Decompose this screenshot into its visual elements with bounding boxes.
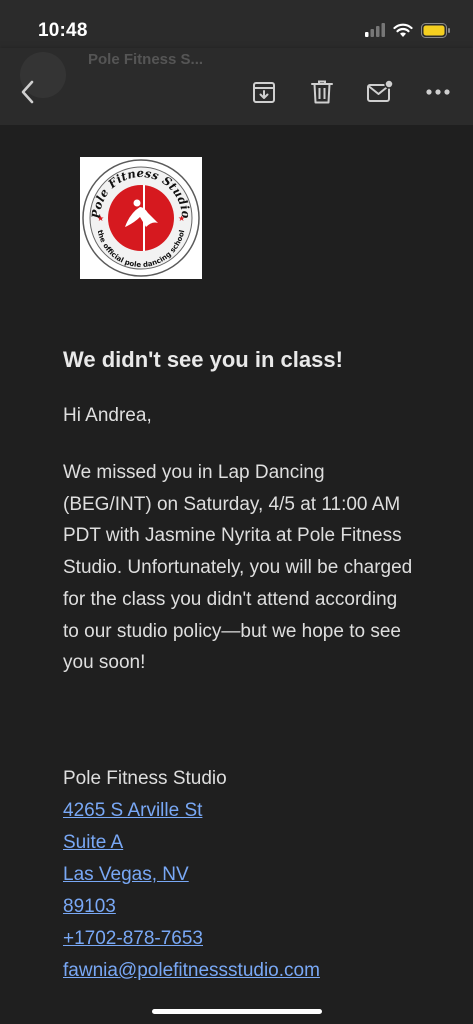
studio-logo: Pole Fitness Studio the official pole da…	[80, 157, 202, 279]
signature-name: Pole Fitness Studio	[63, 768, 227, 789]
logo-star-left: ★	[97, 214, 104, 223]
delete-button[interactable]	[306, 76, 338, 108]
chevron-left-icon	[21, 80, 34, 104]
phone-link[interactable]: +1702-878-7653	[63, 923, 320, 955]
archive-button[interactable]	[248, 76, 280, 108]
home-indicator[interactable]	[152, 1009, 322, 1014]
mail-unread-icon	[367, 79, 394, 102]
status-time: 10:48	[38, 20, 88, 41]
signature: Pole Fitness Studio 4265 S Arville St Su…	[63, 763, 320, 987]
archive-icon	[253, 82, 275, 103]
sender-preview: Pole Fitness S...	[88, 51, 204, 68]
city-state-link[interactable]: Las Vegas, NV	[63, 859, 320, 891]
wifi-icon	[393, 23, 413, 37]
battery-icon	[421, 22, 450, 38]
pole-dancer-logo-icon: Pole Fitness Studio the official pole da…	[82, 159, 200, 277]
more-options-button[interactable]	[422, 76, 454, 108]
back-button[interactable]	[12, 76, 44, 108]
zip-link[interactable]: 89103	[63, 891, 320, 923]
mark-unread-button[interactable]	[364, 76, 396, 108]
email-body: Pole Fitness Studio the official pole da…	[0, 125, 473, 1024]
logo-star-right: ★	[178, 214, 185, 223]
message-toolbar: Pole Fitness S...	[0, 48, 473, 125]
email-heading: We didn't see you in class!	[63, 347, 343, 372]
address-line1-link[interactable]: 4265 S Arville St	[63, 795, 320, 827]
trash-icon	[311, 80, 333, 104]
email-message: We missed you in Lap Dancing (BEG/INT) o…	[63, 462, 413, 674]
status-icons	[365, 20, 451, 40]
email-greeting: Hi Andrea,	[63, 405, 152, 426]
address-line2-link[interactable]: Suite A	[63, 827, 320, 859]
email-link[interactable]: fawnia@polefitnessstudio.com	[63, 955, 320, 987]
more-horizontal-icon	[426, 89, 450, 95]
cellular-signal-icon	[365, 23, 385, 37]
